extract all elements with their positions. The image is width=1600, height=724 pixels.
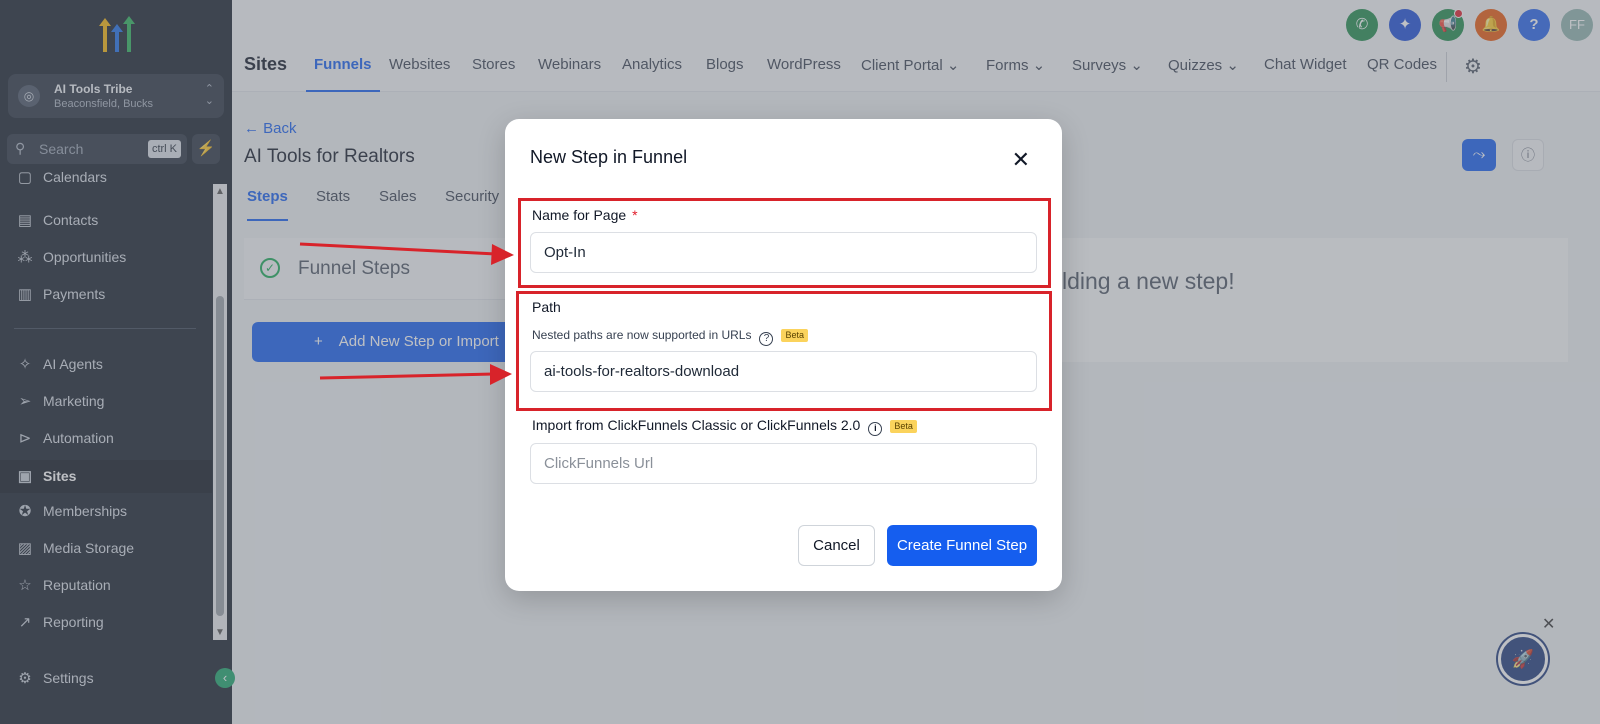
cancel-button[interactable]: Cancel [798, 525, 875, 566]
import-field-label: Import from ClickFunnels Classic or Clic… [532, 417, 917, 436]
annotation-arrow-icon [319, 364, 512, 385]
annotation-highlight-path [516, 291, 1052, 411]
modal-title: New Step in Funnel [530, 147, 688, 167]
beta-badge: Beta [890, 420, 917, 433]
close-icon[interactable]: ✕ [1012, 149, 1030, 171]
annotation-highlight-name [518, 198, 1051, 288]
info-icon[interactable]: i [868, 422, 883, 436]
create-funnel-step-button[interactable]: Create Funnel Step [887, 525, 1037, 566]
clickfunnels-url-input[interactable] [530, 443, 1037, 484]
annotation-arrow-icon [299, 242, 514, 265]
